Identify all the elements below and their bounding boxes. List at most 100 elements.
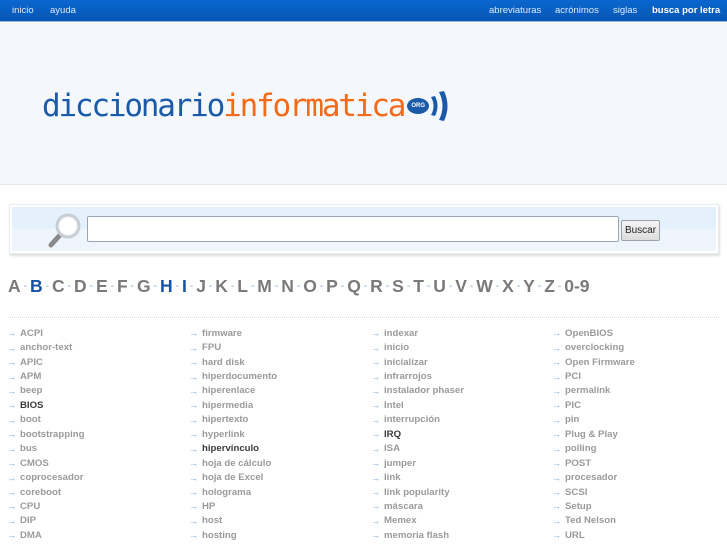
letter-link-j[interactable]: J <box>196 276 206 296</box>
term-link[interactable]: → link popularity <box>364 485 544 499</box>
term-link[interactable]: → Intel <box>364 398 544 412</box>
term-link[interactable]: → hiperdocumento <box>182 369 362 383</box>
nav-busca-por-letra[interactable]: busca por letra <box>652 5 720 16</box>
term-link[interactable]: → instalador phaser <box>364 384 544 398</box>
nav-acronimos[interactable]: acrónimos <box>555 5 599 16</box>
term-link[interactable]: → Ted Nelson <box>545 514 725 528</box>
term-link[interactable]: → infrarrojos <box>364 369 544 383</box>
letter-link-f[interactable]: F <box>117 276 128 296</box>
term-link[interactable]: → beep <box>0 384 180 398</box>
letter-link-v[interactable]: V <box>455 276 467 296</box>
nav-ayuda[interactable]: ayuda <box>50 5 76 16</box>
term-link[interactable]: → hoja de cálculo <box>182 456 362 470</box>
term-link[interactable]: → BIOS <box>0 398 180 412</box>
term-label: BIOS <box>20 399 44 411</box>
letter-link-n[interactable]: N <box>281 276 294 296</box>
term-label: PCI <box>565 371 581 383</box>
letter-link-q[interactable]: Q <box>347 276 361 296</box>
term-link[interactable]: → APIC <box>0 355 180 369</box>
letter-link-w[interactable]: W <box>476 276 493 296</box>
letter-link-t[interactable]: T <box>413 276 424 296</box>
term-link[interactable]: → APM <box>0 369 180 383</box>
term-link[interactable]: → CPU <box>0 499 180 513</box>
letter-link-0-9[interactable]: 0-9 <box>564 276 589 296</box>
letter-link-k[interactable]: K <box>215 276 228 296</box>
term-link[interactable]: → Memex <box>364 514 544 528</box>
letter-link-l[interactable]: L <box>237 276 248 296</box>
arrow-right-icon: → <box>371 385 380 396</box>
term-link[interactable]: → polling <box>545 442 725 456</box>
term-link[interactable]: → hoja de Excel <box>182 470 362 484</box>
term-link[interactable]: → bootstrapping <box>0 427 180 441</box>
term-link[interactable]: → PCI <box>545 369 725 383</box>
term-link[interactable]: → overclocking <box>545 340 725 354</box>
letter-link-o[interactable]: O <box>303 276 317 296</box>
nav-inicio[interactable]: inicio <box>12 5 34 16</box>
term-link[interactable]: → hyperlink <box>182 427 362 441</box>
term-link[interactable]: → CMOS <box>0 456 180 470</box>
term-link[interactable]: → inicializar <box>364 355 544 369</box>
search-button[interactable]: Buscar <box>621 220 660 241</box>
term-link[interactable]: → jumper <box>364 456 544 470</box>
letter-link-s[interactable]: S <box>392 276 404 296</box>
term-link[interactable]: → indexar <box>364 326 544 340</box>
term-link[interactable]: → hard disk <box>182 355 362 369</box>
term-link[interactable]: → boot <box>0 413 180 427</box>
letter-link-e[interactable]: E <box>96 276 108 296</box>
term-link[interactable]: → IRQ <box>364 427 544 441</box>
term-link[interactable]: → DIP <box>0 514 180 528</box>
term-link[interactable]: → POST <box>545 456 725 470</box>
nav-siglas[interactable]: siglas <box>613 5 637 16</box>
letter-link-x[interactable]: X <box>502 276 514 296</box>
letter-link-h[interactable]: H <box>160 276 173 296</box>
term-link[interactable]: → ISA <box>364 442 544 456</box>
search-input[interactable] <box>87 216 619 242</box>
term-link[interactable]: → ACPI <box>0 326 180 340</box>
term-link[interactable]: → host <box>182 514 362 528</box>
term-link[interactable]: → procesador <box>545 470 725 484</box>
nav-abreviaturas[interactable]: abreviaturas <box>489 5 541 16</box>
term-link[interactable]: → OpenBIOS <box>545 326 725 340</box>
letter-link-m[interactable]: M <box>257 276 272 296</box>
letter-link-u[interactable]: U <box>433 276 446 296</box>
term-link[interactable]: → interrupción <box>364 413 544 427</box>
term-link[interactable]: → hosting <box>182 528 362 542</box>
letter-link-d[interactable]: D <box>74 276 87 296</box>
term-link[interactable]: → firmware <box>182 326 362 340</box>
term-link[interactable]: → pin <box>545 413 725 427</box>
term-link[interactable]: → Plug & Play <box>545 427 725 441</box>
term-link[interactable]: → coprocesador <box>0 470 180 484</box>
letter-link-z[interactable]: Z <box>544 276 555 296</box>
term-link[interactable]: → hipermedia <box>182 398 362 412</box>
term-link[interactable]: → bus <box>0 442 180 456</box>
term-link[interactable]: → link <box>364 470 544 484</box>
letter-link-a[interactable]: A <box>8 276 21 296</box>
term-link[interactable]: → hipervínculo <box>182 442 362 456</box>
term-link[interactable]: → coreboot <box>0 485 180 499</box>
letter-link-p[interactable]: P <box>326 276 338 296</box>
term-label: Plug & Play <box>565 428 618 440</box>
letter-link-r[interactable]: R <box>370 276 383 296</box>
letter-link-y[interactable]: Y <box>523 276 535 296</box>
term-link[interactable]: → SCSI <box>545 485 725 499</box>
term-label: memoria flash <box>384 529 450 541</box>
term-link[interactable]: → Setup <box>545 499 725 513</box>
term-link[interactable]: → PIC <box>545 398 725 412</box>
letter-link-c[interactable]: C <box>52 276 65 296</box>
letter-link-b[interactable]: B <box>30 276 43 296</box>
term-link[interactable]: → máscara <box>364 499 544 513</box>
term-link[interactable]: → HP <box>182 499 362 513</box>
term-link[interactable]: → memoria flash <box>364 528 544 542</box>
term-link[interactable]: → FPU <box>182 340 362 354</box>
term-link[interactable]: → hiperenlace <box>182 384 362 398</box>
term-link[interactable]: → Open Firmware <box>545 355 725 369</box>
term-link[interactable]: → URL <box>545 528 725 542</box>
term-link[interactable]: → anchor-text <box>0 340 180 354</box>
term-link[interactable]: → permalink <box>545 384 725 398</box>
term-link[interactable]: → inicio <box>364 340 544 354</box>
letter-link-g[interactable]: G <box>137 276 151 296</box>
term-link[interactable]: → hipertexto <box>182 413 362 427</box>
term-link[interactable]: → holograma <box>182 485 362 499</box>
term-link[interactable]: → DMA <box>0 528 180 542</box>
site-logo[interactable]: diccionario informatica ORG <box>42 84 448 128</box>
